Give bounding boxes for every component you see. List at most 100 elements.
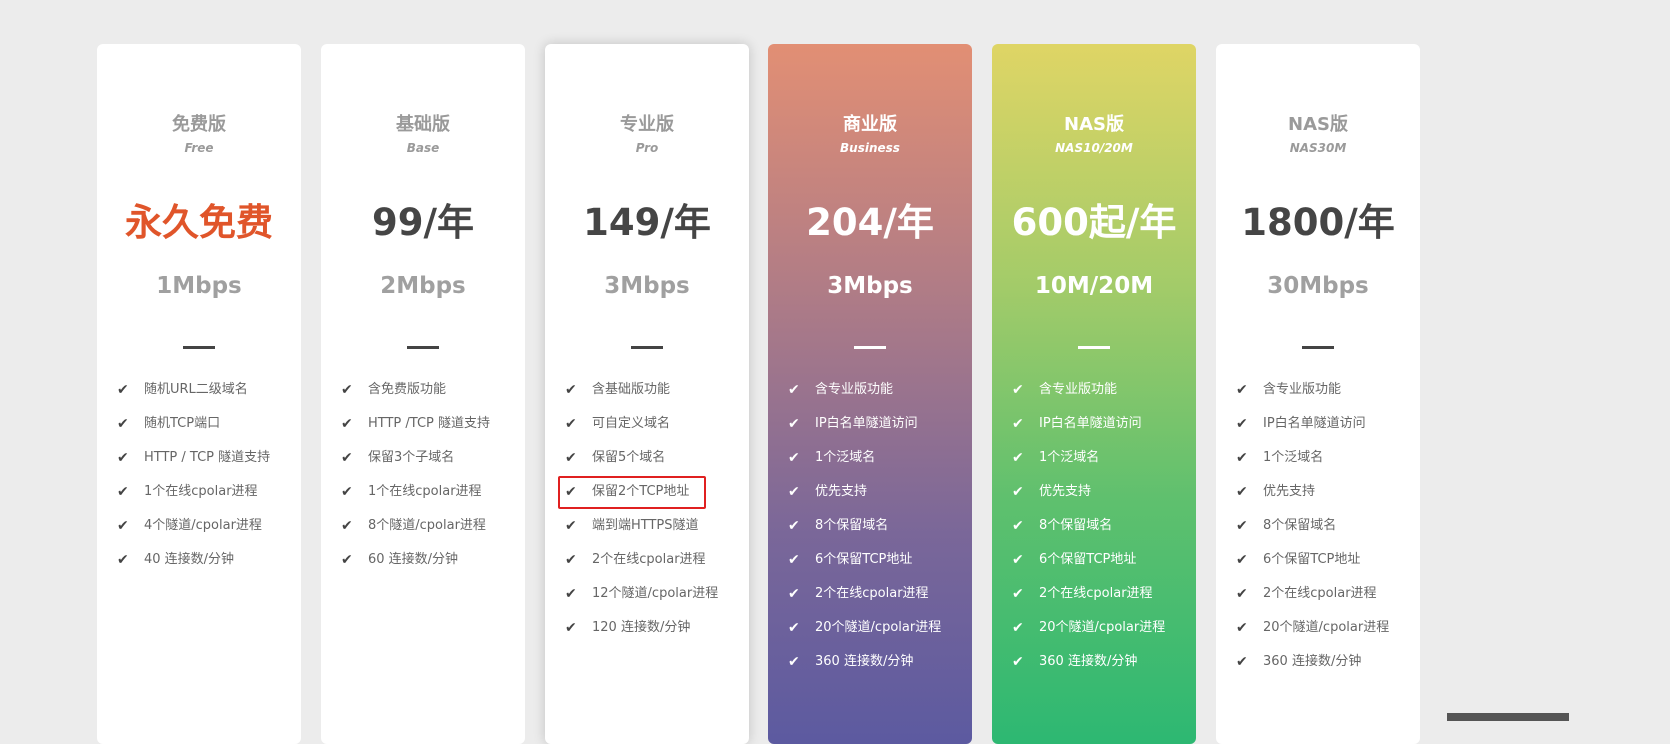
feature-label: 8个隧道/cpolar进程 [368, 518, 486, 533]
plan-card-free[interactable]: 免费版 Free 永久免费 1Mbps ✔ 随机URL二级域名 ✔ 随机TCP端口 ✔ H… [97, 44, 301, 744]
feature-item: ✔ 2个在线cpolar进程 [768, 581, 941, 615]
plan-card-base[interactable]: 基础版 Base 99/年 2Mbps ✔ 含免费版功能 ✔ HTTP /TCP 隧道… [321, 44, 525, 744]
check-icon: ✔ [1236, 552, 1248, 568]
feature-item: ✔ 360 连接数/分钟 [992, 649, 1165, 683]
check-icon: ✔ [788, 552, 800, 568]
plan-card-pro[interactable]: 专业版 Pro 149/年 3Mbps ✔ 含基础版功能 ✔ 可自定义域名 ✔ 保留5个域… [545, 44, 749, 744]
plan-price: 99/年 [371, 201, 474, 244]
check-icon: ✔ [565, 552, 577, 568]
check-icon: ✔ [117, 382, 129, 398]
feature-label: 360 连接数/分钟 [1039, 654, 1138, 669]
feature-item: ✔ 4个隧道/cpolar进程 [97, 513, 270, 547]
plan-subtitle: NAS10/20M [1055, 141, 1133, 155]
feature-label: 端到端HTTPS隧道 [592, 518, 699, 533]
feature-item: ✔ 8个隧道/cpolar进程 [321, 513, 490, 547]
feature-item: ✔ IP白名单隧道访问 [992, 411, 1165, 445]
feature-item: ✔ 含免费版功能 [321, 377, 490, 411]
feature-label: 含基础版功能 [592, 382, 671, 397]
feature-item: ✔ 1个泛域名 [768, 445, 941, 479]
feature-label: 8个保留域名 [1039, 518, 1113, 533]
check-icon: ✔ [1236, 450, 1248, 466]
divider [1302, 346, 1334, 349]
feature-label: 含专业版功能 [1039, 382, 1118, 397]
check-icon: ✔ [1012, 518, 1024, 534]
feature-list: ✔ 含基础版功能 ✔ 可自定义域名 ✔ 保留5个域名 ✔ 保留2个TCP地址 ✔ 端到端HTTPS… [545, 377, 718, 649]
divider [631, 346, 663, 349]
check-icon: ✔ [788, 416, 800, 432]
feature-label: HTTP / TCP 隧道支持 [144, 450, 271, 465]
feature-item: ✔ 8个保留域名 [1216, 513, 1389, 547]
feature-label: 1个泛域名 [815, 450, 876, 465]
plan-title: 商业版 [843, 114, 897, 135]
feature-item: ✔ 优先支持 [768, 479, 941, 513]
plan-speed: 1Mbps [156, 273, 242, 299]
feature-label: 随机URL二级域名 [144, 382, 248, 397]
check-icon: ✔ [341, 484, 353, 500]
plan-subtitle: Free [184, 141, 214, 155]
feature-list: ✔ 含专业版功能 ✔ IP白名单隧道访问 ✔ 1个泛域名 ✔ 优先支持 ✔ 8个保留域名 ✔ 6个保留… [1216, 377, 1389, 683]
check-icon: ✔ [1236, 416, 1248, 432]
feature-label: 20个隧道/cpolar进程 [815, 620, 942, 635]
feature-item: ✔ 1个泛域名 [992, 445, 1165, 479]
check-icon: ✔ [1236, 382, 1248, 398]
feature-label: 保留3个子域名 [368, 450, 455, 465]
divider [1078, 346, 1110, 349]
plan-speed: 3Mbps [604, 273, 690, 299]
check-icon: ✔ [117, 484, 129, 500]
plan-card-biz[interactable]: 商业版 Business 204/年 3Mbps ✔ 含专业版功能 ✔ IP白名单隧道… [768, 44, 972, 744]
feature-label: 随机TCP端口 [144, 416, 221, 431]
check-icon: ✔ [1236, 654, 1248, 670]
check-icon: ✔ [1012, 620, 1024, 636]
highlight-box [558, 476, 706, 509]
feature-label: 含专业版功能 [815, 382, 894, 397]
feature-item: ✔ HTTP / TCP 隧道支持 [97, 445, 270, 479]
divider [407, 346, 439, 349]
feature-label: 360 连接数/分钟 [1263, 654, 1362, 669]
feature-label: 保留5个域名 [592, 450, 666, 465]
divider [183, 346, 215, 349]
check-icon: ✔ [565, 416, 577, 432]
plan-subtitle: Pro [635, 141, 659, 155]
feature-label: 2个在线cpolar进程 [592, 552, 706, 567]
plan-card-nas30[interactable]: NAS版 NAS30M 1800/年 30Mbps ✔ 含专业版功能 ✔ IP白名单隧… [1216, 44, 1420, 744]
feature-item: ✔ 20个隧道/cpolar进程 [1216, 615, 1389, 649]
plan-title: 基础版 [396, 114, 450, 135]
feature-item: ✔ 含专业版功能 [1216, 377, 1389, 411]
check-icon: ✔ [788, 518, 800, 534]
check-icon: ✔ [341, 552, 353, 568]
plan-price: 204/年 [806, 201, 934, 244]
check-icon: ✔ [117, 552, 129, 568]
feature-list: ✔ 含专业版功能 ✔ IP白名单隧道访问 ✔ 1个泛域名 ✔ 优先支持 ✔ 8个保留域名 ✔ 6个保留… [992, 377, 1165, 683]
feature-label: 1个泛域名 [1039, 450, 1100, 465]
plan-speed: 10M/20M [1034, 273, 1154, 299]
check-icon: ✔ [117, 450, 129, 466]
check-icon: ✔ [1012, 416, 1024, 432]
feature-label: 20个隧道/cpolar进程 [1263, 620, 1390, 635]
check-icon: ✔ [788, 620, 800, 636]
feature-item: ✔ 40 连接数/分钟 [97, 547, 270, 581]
feature-item: ✔ 1个在线cpolar进程 [321, 479, 490, 513]
check-icon: ✔ [341, 382, 353, 398]
feature-item: ✔ 随机TCP端口 [97, 411, 270, 445]
feature-item: ✔ 1个泛域名 [1216, 445, 1389, 479]
feature-label: 6个保留TCP地址 [1039, 552, 1137, 567]
plan-price: 149/年 [583, 201, 711, 244]
feature-item: ✔ 保留5个域名 [545, 445, 718, 479]
feature-item: ✔ 8个保留域名 [992, 513, 1165, 547]
feature-item: ✔ 含专业版功能 [992, 377, 1165, 411]
check-icon: ✔ [1236, 586, 1248, 602]
feature-item: ✔ 120 连接数/分钟 [545, 615, 718, 649]
feature-label: 60 连接数/分钟 [368, 552, 459, 567]
feature-item: ✔ 优先支持 [1216, 479, 1389, 513]
check-icon: ✔ [1236, 484, 1248, 500]
feature-list: ✔ 含免费版功能 ✔ HTTP /TCP 隧道支持 ✔ 保留3个子域名 ✔ 1个在线cpola… [321, 377, 490, 581]
plan-card-nas[interactable]: NAS版 NAS10/20M 600起/年 10M/20M ✔ 含专业版功能 ✔ IP… [992, 44, 1196, 744]
feature-item: ✔ 含基础版功能 [545, 377, 718, 411]
feature-label: 6个保留TCP地址 [1263, 552, 1361, 567]
feature-label: 8个保留域名 [1263, 518, 1337, 533]
feature-item: ✔ 6个保留TCP地址 [1216, 547, 1389, 581]
feature-item: ✔ 12个隧道/cpolar进程 [545, 581, 718, 615]
check-icon: ✔ [788, 654, 800, 670]
check-icon: ✔ [1012, 654, 1024, 670]
scrollbar[interactable] [1447, 713, 1569, 721]
